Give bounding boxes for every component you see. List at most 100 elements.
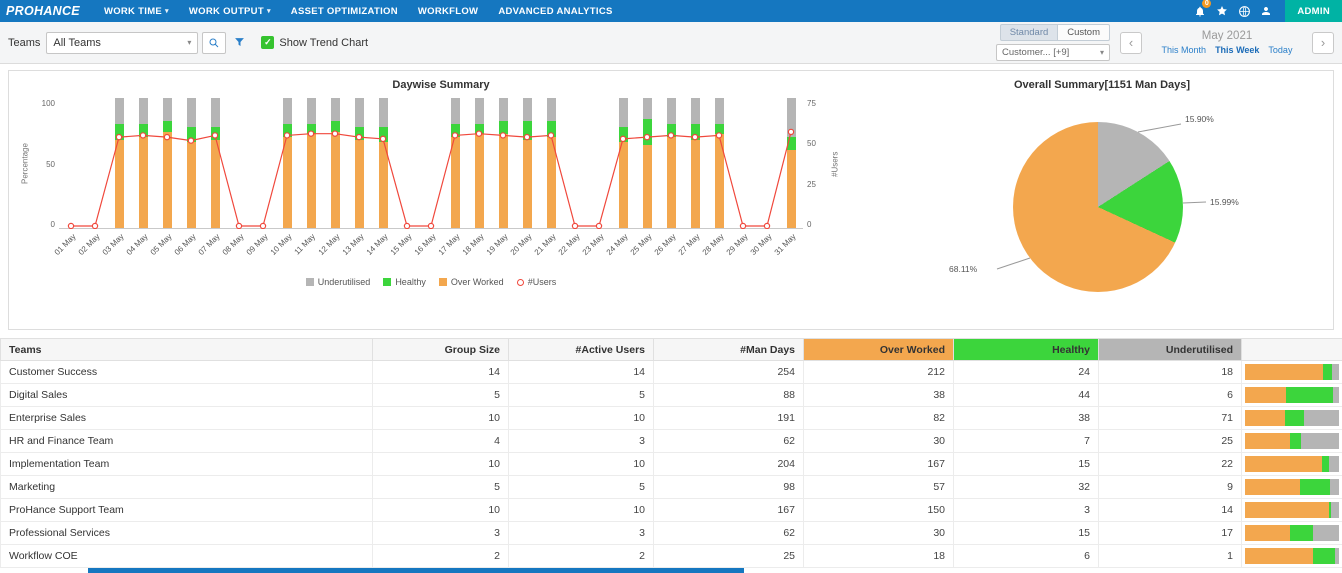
menu-item-workflow[interactable]: WORKFLOW [408,0,488,22]
table-row-digital-sales[interactable]: Digital Sales558838446 [1,384,1342,407]
prev-period-button[interactable]: ‹ [1120,32,1142,54]
custom-tab[interactable]: Custom [1057,24,1110,41]
y-tick-label: 25 [807,180,816,189]
table-row-customer-success[interactable]: Customer Success14142542122418 [1,361,1342,384]
bar-23-may[interactable] [587,99,611,228]
bar-09-may[interactable] [251,99,275,228]
cell-distribution-chart [1242,545,1342,568]
next-period-button[interactable]: › [1312,32,1334,54]
bar-07-may[interactable] [203,99,227,228]
bar-22-may[interactable] [563,99,587,228]
bar-11-may[interactable] [299,99,323,228]
bar-02-may[interactable] [83,99,107,228]
bar-19-may[interactable] [491,99,515,228]
menu-item-work-output[interactable]: WORK OUTPUT▾ [179,0,281,22]
customer-filter-value: Customer... [+9] [1002,47,1069,58]
legend-item-over-worked[interactable]: Over Worked [439,277,504,287]
table-row-hr-and-finance-team[interactable]: HR and Finance Team436230725 [1,430,1342,453]
x-axis-label: 13 May [340,232,365,257]
bar-10-may[interactable] [275,99,299,228]
bar-12-may[interactable] [323,99,347,228]
bar-21-may[interactable] [539,99,563,228]
col-header-underutilised[interactable]: Underutilised [1099,339,1242,361]
bar-06-may[interactable] [179,99,203,228]
bar-27-may[interactable] [683,99,707,228]
notifications-bell-icon[interactable]: 0 [1189,0,1211,22]
menu-item-advanced-analytics[interactable]: ADVANCED ANALYTICS [488,0,622,22]
row-stacked-bar [1245,479,1339,495]
bar-05-may[interactable] [155,99,179,228]
bar-01-may[interactable] [59,99,83,228]
row-stacked-bar [1245,364,1339,380]
cell-team: Implementation Team [1,453,373,476]
bar-31-may[interactable] [779,99,803,228]
table-row-workflow-coe[interactable]: Workflow COE22251861 [1,545,1342,568]
y-tick-label: 0 [807,220,811,229]
bar-30-may[interactable] [755,99,779,228]
search-button[interactable] [202,32,226,54]
scrollbar-thumb[interactable] [88,568,744,573]
col-header-active-users[interactable]: #Active Users [509,339,654,361]
col-header-chart[interactable] [1242,339,1342,361]
bar-20-may[interactable] [515,99,539,228]
table-row-enterprise-sales[interactable]: Enterprise Sales1010191823871 [1,407,1342,430]
teams-select[interactable]: All Teams ▾ [46,32,198,54]
checkbox-check-icon: ✓ [261,36,274,49]
link-this-week[interactable]: This Week [1215,45,1259,55]
customer-filter-dropdown[interactable]: Customer... [+9] ▾ [996,44,1110,61]
table-row-implementation-team[interactable]: Implementation Team10102041671522 [1,453,1342,476]
period-selector: May 2021 This MonthThis WeekToday [1152,30,1302,55]
bar-15-may[interactable] [395,99,419,228]
table-row-prohance-support-team[interactable]: ProHance Support Team1010167150314 [1,499,1342,522]
bar-13-may[interactable] [347,99,371,228]
bar-17-may[interactable] [443,99,467,228]
bar-24-may[interactable] [611,99,635,228]
bar-04-may[interactable] [131,99,155,228]
bar-16-may[interactable] [419,99,443,228]
col-header-group-size[interactable]: Group Size [373,339,509,361]
cell-active-users: 5 [509,384,654,407]
bar-03-may[interactable] [107,99,131,228]
admin-button[interactable]: ADMIN [1285,0,1342,22]
table-row-marketing[interactable]: Marketing559857329 [1,476,1342,499]
show-trend-chart-checkbox[interactable]: ✓ Show Trend Chart [261,36,368,49]
link-this-month[interactable]: This Month [1162,45,1207,55]
bar-18-may[interactable] [467,99,491,228]
cell-man-days: 98 [654,476,804,499]
pie-label-underutilised: 15.90% [1185,114,1214,124]
legend-item-underutilised[interactable]: Underutilised [306,277,371,287]
col-header-teams[interactable]: Teams [1,339,373,361]
bar-26-may[interactable] [659,99,683,228]
bar-29-may[interactable] [731,99,755,228]
bar-28-may[interactable] [707,99,731,228]
legend-label: Healthy [395,277,426,287]
user-icon[interactable] [1255,0,1277,22]
legend-item-users[interactable]: #Users [517,277,557,287]
legend-label: #Users [528,277,557,287]
x-axis-label: 11 May [293,232,317,256]
teams-select-value: All Teams [53,37,100,49]
menu-item-asset-optimization[interactable]: ASSET OPTIMIZATION [281,0,408,22]
favorites-star-icon[interactable] [1211,0,1233,22]
standard-tab[interactable]: Standard [1000,24,1059,41]
bar-25-may[interactable] [635,99,659,228]
link-today[interactable]: Today [1268,45,1292,55]
cell-distribution-chart [1242,476,1342,499]
menu-item-work-time[interactable]: WORK TIME▾ [94,0,179,22]
col-header-man-days[interactable]: #Man Days [654,339,804,361]
y-tick-label: 50 [807,139,816,148]
cell-team: Marketing [1,476,373,499]
nav-right: 0 ADMIN [1189,0,1342,22]
col-header-healthy[interactable]: Healthy [954,339,1099,361]
brand-logo[interactable]: PROHANCE [0,4,94,18]
bar-08-may[interactable] [227,99,251,228]
col-header-over-worked[interactable]: Over Worked [804,339,954,361]
globe-icon[interactable] [1233,0,1255,22]
menu-item-label: WORK OUTPUT [189,6,264,17]
filter-funnel-icon[interactable] [234,37,245,48]
x-axis-label: 20 May [508,232,533,257]
legend-item-healthy[interactable]: Healthy [383,277,426,287]
bar-14-may[interactable] [371,99,395,228]
table-row-professional-services[interactable]: Professional Services3362301517 [1,522,1342,545]
x-axis-label: 16 May [412,232,437,257]
